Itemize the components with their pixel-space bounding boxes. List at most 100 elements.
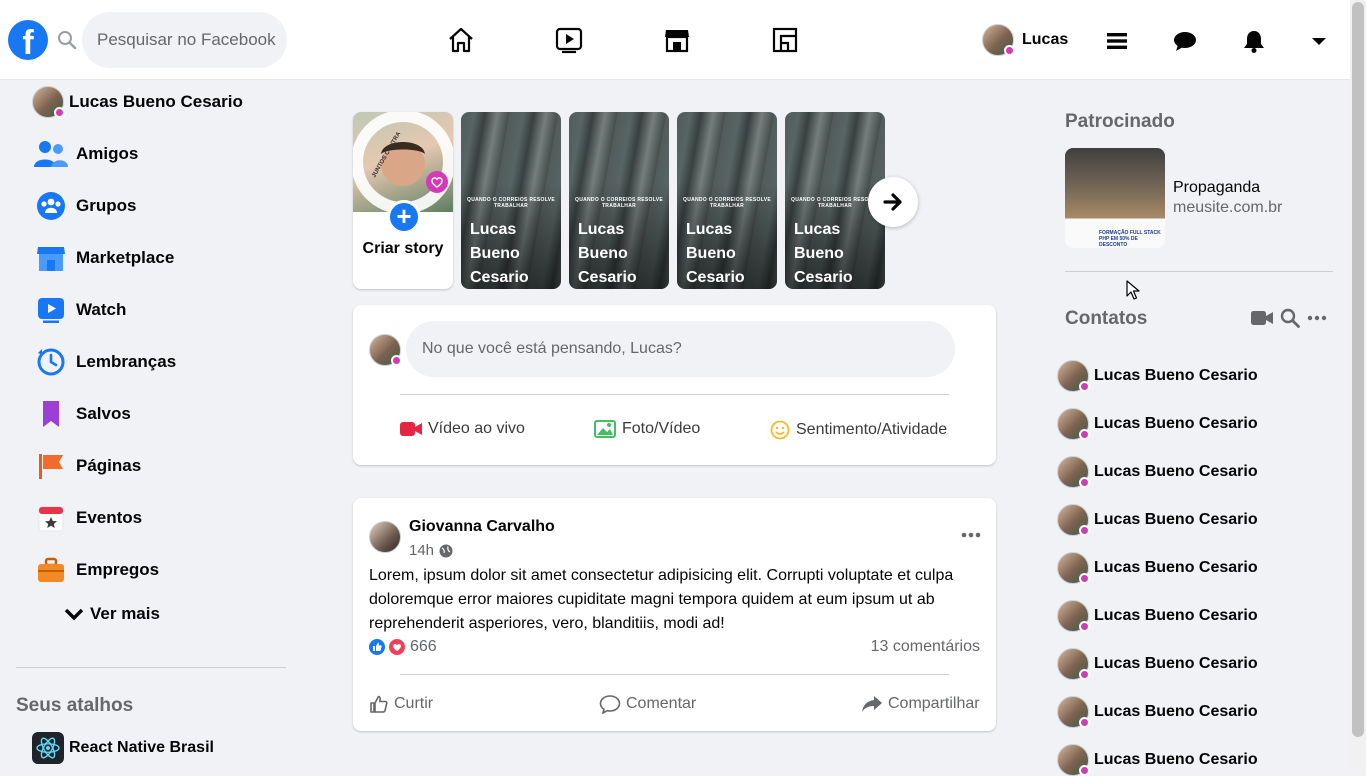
contact-item[interactable]: Lucas Bueno Cesario <box>1057 504 1258 536</box>
divider <box>1065 271 1333 272</box>
smiley-icon <box>770 420 796 440</box>
author-avatar[interactable] <box>369 521 401 553</box>
share-button[interactable]: Compartilhar <box>861 694 980 714</box>
contact-item[interactable]: Lucas Bueno Cesario <box>1057 600 1258 632</box>
live-video-label: Vídeo ao vivo <box>428 420 525 437</box>
sidebar-item-eventos[interactable]: Eventos <box>16 492 286 544</box>
scrollbar-thumb[interactable] <box>1352 2 1364 737</box>
story-card[interactable]: QUANDO O CORREIOS RESOLVE TRABALHAR Luca… <box>677 112 777 289</box>
memories-icon <box>34 345 68 379</box>
menu-icon[interactable] <box>1104 28 1130 54</box>
sidebar-item-paginas[interactable]: Páginas <box>16 440 286 492</box>
sidebar-item-salvos[interactable]: Salvos <box>16 388 286 440</box>
sidebar-item-lembrancas[interactable]: Lembranças <box>16 336 286 388</box>
story-caption: QUANDO O CORREIOS RESOLVE TRABALHAR <box>575 197 663 209</box>
contact-name: Lucas Bueno Cesario <box>1094 655 1258 672</box>
sidebar-item-grupos[interactable]: Grupos <box>16 180 286 232</box>
search-input[interactable] <box>82 12 287 68</box>
comments-count[interactable]: 13 comentários <box>871 638 980 656</box>
sidebar-item-label: Lembranças <box>76 352 177 371</box>
photo-video-label: Foto/Vídeo <box>622 420 701 437</box>
avatar <box>1057 696 1090 728</box>
ver-mais-button[interactable]: Ver mais <box>64 604 160 624</box>
add-story-icon[interactable]: + <box>387 200 421 234</box>
home-icon[interactable] <box>447 26 475 54</box>
top-navbar: f Lucas <box>0 0 1350 80</box>
contact-item[interactable]: Lucas Bueno Cesario <box>1057 744 1258 776</box>
avatar <box>1057 360 1090 392</box>
shortcut-react-native-brasil[interactable]: React Native Brasil <box>32 732 214 764</box>
post-time-label: 14h <box>409 542 435 559</box>
contacts-options-icon[interactable] <box>1307 314 1327 322</box>
ver-mais-label: Ver mais <box>90 604 160 623</box>
comment-button[interactable]: Comentar <box>599 694 696 714</box>
video-call-icon[interactable] <box>1251 309 1273 327</box>
more-options-icon[interactable] <box>961 531 981 539</box>
like-reaction-icon <box>369 639 385 655</box>
sidebar-item-marketplace[interactable]: Marketplace <box>16 232 286 284</box>
feeling-activity-button[interactable]: Sentimento/Atividade <box>770 420 947 440</box>
search-icon <box>57 30 77 50</box>
story-author: Lucas Bueno Cesario <box>686 221 745 286</box>
ad-card[interactable]: FORMAÇÃO FULL STACK PHP EM 50% DE DESCON… <box>1065 148 1282 248</box>
sidebar-item-watch[interactable]: Watch <box>16 284 286 336</box>
friends-icon <box>34 137 68 171</box>
story-author: Lucas Bueno Cesario <box>578 221 637 286</box>
watch-icon[interactable] <box>555 26 583 54</box>
contact-item[interactable]: Lucas Bueno Cesario <box>1057 456 1258 488</box>
post-composer: Vídeo ao vivo Foto/Vídeo Sentimento/Ativ… <box>353 305 996 465</box>
sidebar-item-amigos[interactable]: Amigos <box>16 128 286 180</box>
contact-name: Lucas Bueno Cesario <box>1094 559 1258 576</box>
profile-chip[interactable]: Lucas <box>982 24 1068 56</box>
stories-next-button[interactable] <box>868 177 918 227</box>
reactions-summary[interactable]: 666 <box>369 638 437 656</box>
composer-input[interactable] <box>406 321 955 377</box>
contact-name: Lucas Bueno Cesario <box>1094 751 1258 768</box>
story-author: Lucas Bueno Cesario <box>794 221 853 286</box>
post-time: 14h <box>409 542 453 559</box>
live-video-button[interactable]: Vídeo ao vivo <box>400 420 525 438</box>
globe-icon <box>439 544 453 558</box>
watch-icon <box>34 293 68 327</box>
divider <box>16 667 286 668</box>
messenger-icon[interactable] <box>1172 28 1198 54</box>
post-author[interactable]: Giovanna Carvalho <box>409 518 555 536</box>
contact-item[interactable]: Lucas Bueno Cesario <box>1057 648 1258 680</box>
create-story-card[interactable]: JUNTOS CONTRA + Criar story <box>353 112 453 289</box>
shortcut-label: React Native Brasil <box>69 739 214 756</box>
contact-name: Lucas Bueno Cesario <box>1094 607 1258 624</box>
notifications-icon[interactable] <box>1241 28 1267 54</box>
story-card[interactable]: QUANDO O CORREIOS RESOLVE TRABALHAR Luca… <box>461 112 561 289</box>
feeling-activity-label: Sentimento/Atividade <box>796 421 948 438</box>
share-icon <box>861 694 888 714</box>
search-contacts-icon[interactable] <box>1280 308 1300 328</box>
contact-item[interactable]: Lucas Bueno Cesario <box>1057 360 1258 392</box>
story-card[interactable]: QUANDO O CORREIOS RESOLVE TRABALHAR Luca… <box>569 112 669 289</box>
contact-name: Lucas Bueno Cesario <box>1094 367 1258 384</box>
pages-icon <box>34 449 68 483</box>
contact-item[interactable]: Lucas Bueno Cesario <box>1057 552 1258 584</box>
arrow-right-icon <box>882 191 904 213</box>
ad-image: FORMAÇÃO FULL STACK PHP EM 50% DE DESCON… <box>1065 148 1165 248</box>
photo-video-button[interactable]: Foto/Vídeo <box>594 420 700 438</box>
sponsored-title: Patrocinado <box>1065 111 1175 132</box>
sidebar-item-label: Eventos <box>76 508 143 527</box>
contact-item[interactable]: Lucas Bueno Cesario <box>1057 696 1258 728</box>
sidebar-item-label: Marketplace <box>76 248 175 267</box>
story-caption: QUANDO O CORREIOS RESOLVE TRABALHAR <box>683 197 771 209</box>
contact-item[interactable]: Lucas Bueno Cesario <box>1057 408 1258 440</box>
marketplace-icon[interactable] <box>663 26 691 54</box>
dropdown-icon[interactable] <box>1306 28 1332 54</box>
sidebar-item-label: Páginas <box>76 456 142 475</box>
contact-name: Lucas Bueno Cesario <box>1094 703 1258 720</box>
sidebar-item-profile[interactable]: Lucas Bueno Cesario <box>16 84 286 120</box>
sidebar-item-empregos[interactable]: Empregos <box>16 544 286 596</box>
photo-icon <box>594 420 622 438</box>
groups-icon[interactable] <box>771 26 799 54</box>
contact-name: Lucas Bueno Cesario <box>1094 511 1258 528</box>
facebook-logo[interactable]: f <box>8 20 48 60</box>
divider <box>400 674 949 675</box>
avatar <box>32 86 65 118</box>
like-button[interactable]: Curtir <box>369 694 433 714</box>
ad-title: Propaganda <box>1173 179 1261 196</box>
